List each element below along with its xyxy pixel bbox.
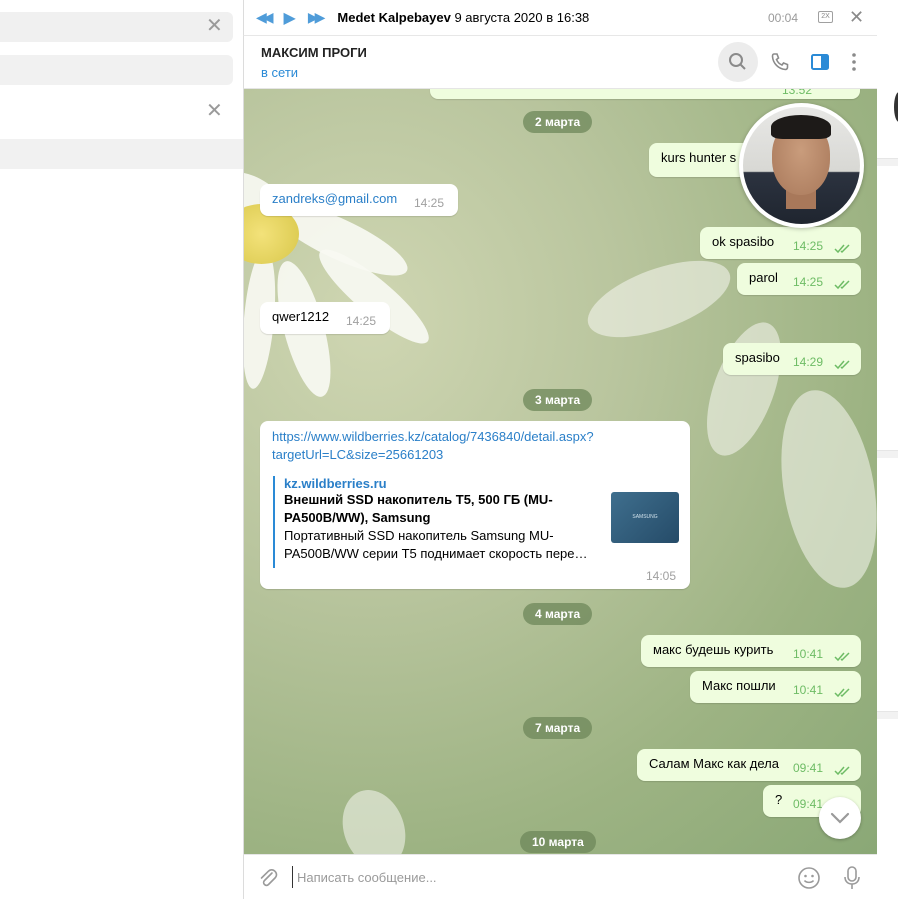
message-bubble-outgoing[interactable]: макс будешь курить 10:41: [641, 635, 861, 667]
message-time: 14:05: [646, 569, 677, 583]
chat-list-item[interactable]: [0, 55, 233, 85]
message-time: 14:25: [793, 275, 824, 289]
date-separator: 3 марта: [523, 389, 593, 411]
message-text: ok spasibo: [712, 234, 775, 249]
message-list[interactable]: 13:52 2 марта kurs hunter s zandreks@gma…: [243, 89, 877, 854]
audio-player-bar: ◀◀ ▶ ▶▶ Medet Kalpebayev 9 августа 2020 …: [243, 0, 877, 36]
message-bubble-outgoing[interactable]: 13:52: [430, 89, 860, 99]
message-time: 10:41: [793, 683, 824, 697]
more-menu-icon[interactable]: [846, 52, 862, 72]
preview-description: Портативный SSD накопитель Samsung MU-PA…: [284, 528, 588, 561]
preview-title: Внешний SSD накопитель T5, 500 ГБ (MU-PA…: [284, 492, 553, 525]
read-checkmarks-icon: [834, 244, 850, 254]
message-time: 13:52: [782, 89, 813, 97]
emoji-icon[interactable]: [797, 866, 821, 890]
date-separator: 4 марта: [523, 603, 593, 625]
message-composer: [243, 854, 877, 899]
read-checkmarks-icon: [834, 688, 850, 698]
video-message-circle[interactable]: [739, 103, 864, 228]
attach-icon[interactable]: [257, 867, 279, 889]
wallpaper-petal: [691, 312, 797, 466]
wallpaper-petal: [578, 245, 740, 353]
read-checkmarks-icon: [834, 766, 850, 776]
message-bubble-incoming[interactable]: https://www.wildberries.kz/catalog/74368…: [260, 421, 690, 589]
message-time: 09:41: [793, 761, 824, 775]
date-separator: 10 марта: [520, 831, 596, 853]
sidebar-toggle-icon[interactable]: [810, 52, 830, 72]
email-link[interactable]: zandreks@gmail.com: [272, 191, 397, 206]
chat-header: МАКСИМ ПРОГИ в сети: [243, 36, 877, 89]
avatar: [894, 92, 898, 122]
chevron-down-icon: [830, 812, 850, 824]
message-time: 14:29: [793, 355, 824, 369]
preview-site: kz.wildberries.ru: [284, 476, 387, 491]
url-line: https://www.wildberries.kz/catalog/74368…: [272, 429, 594, 444]
read-checkmarks-icon: [834, 280, 850, 290]
avatar-photo: [743, 107, 860, 224]
close-player-icon[interactable]: ✕: [849, 7, 864, 28]
url-line: targetUrl=LC&size=25661203: [272, 447, 444, 462]
close-icon[interactable]: ✕: [206, 101, 223, 121]
preview-thumbnail: SAMSUNG: [611, 492, 679, 543]
audio-sender: Medet Kalpebayev: [337, 10, 451, 25]
message-bubble-outgoing[interactable]: parol 14:25: [737, 263, 861, 295]
message-text: макс будешь курить: [653, 642, 774, 657]
message-text: Салам Макс как дела: [649, 756, 779, 771]
previous-track-icon[interactable]: ◀◀: [256, 9, 273, 26]
message-text: Макс пошли: [702, 678, 776, 693]
right-panel-edge: [877, 0, 898, 899]
message-bubble-incoming[interactable]: zandreks@gmail.com 14:25: [260, 184, 458, 216]
playback-speed-button[interactable]: 2X: [818, 11, 833, 23]
message-text: ?: [775, 792, 783, 807]
wallpaper-petal: [767, 382, 877, 596]
message-bubble-incoming[interactable]: qwer1212 14:25: [260, 302, 390, 334]
message-time: 10:41: [793, 647, 824, 661]
date-separator: 2 марта: [523, 111, 593, 133]
chat-title[interactable]: МАКСИМ ПРОГИ: [261, 45, 367, 60]
close-icon[interactable]: ✕: [206, 16, 223, 36]
scroll-to-bottom-button[interactable]: [819, 797, 861, 839]
chat-list-pane: ✕ ✕: [0, 0, 243, 899]
message-text: parol: [749, 270, 778, 285]
message-time: 14:25: [414, 196, 445, 210]
audio-title[interactable]: Medet Kalpebayev 9 августа 2020 в 16:38: [337, 10, 589, 25]
message-time: 14:25: [346, 314, 377, 328]
play-icon[interactable]: ▶: [284, 8, 296, 28]
message-bubble-outgoing[interactable]: spasibo 14:29: [723, 343, 861, 375]
microphone-icon[interactable]: [842, 865, 862, 891]
read-checkmarks-icon: [834, 652, 850, 662]
url-link[interactable]: https://www.wildberries.kz/catalog/74368…: [272, 428, 678, 464]
wallpaper-petal: [332, 781, 416, 854]
audio-date: 9 августа 2020 в 16:38: [454, 10, 590, 25]
link-preview[interactable]: kz.wildberries.ru Внешний SSD накопитель…: [273, 476, 679, 568]
chat-list-search-row[interactable]: [0, 12, 233, 42]
message-text: qwer1212: [272, 309, 330, 324]
message-bubble-outgoing[interactable]: ok spasibo 14:25: [700, 227, 861, 259]
date-separator: 7 марта: [523, 717, 593, 739]
phone-icon[interactable]: [770, 52, 790, 72]
message-input[interactable]: [292, 866, 772, 888]
message-bubble-outgoing[interactable]: Макс пошли 10:41: [690, 671, 861, 703]
read-checkmarks-icon: [834, 360, 850, 370]
telegram-desktop-window: ✕ ✕ ◀◀ ▶ ▶▶ Medet Kalpebayev 9 августа 2…: [0, 0, 898, 899]
message-text: kurs hunter s: [661, 150, 737, 165]
chat-list-item[interactable]: [0, 139, 243, 169]
message-bubble-outgoing[interactable]: Салам Макс как дела 09:41: [637, 749, 861, 781]
message-time: 14:25: [793, 239, 824, 253]
message-text: spasibo: [735, 350, 780, 365]
next-track-icon[interactable]: ▶▶: [308, 9, 325, 26]
search-icon: [729, 53, 746, 70]
chat-status: в сети: [261, 65, 299, 80]
search-button[interactable]: [718, 42, 758, 82]
audio-time: 00:04: [768, 11, 799, 25]
